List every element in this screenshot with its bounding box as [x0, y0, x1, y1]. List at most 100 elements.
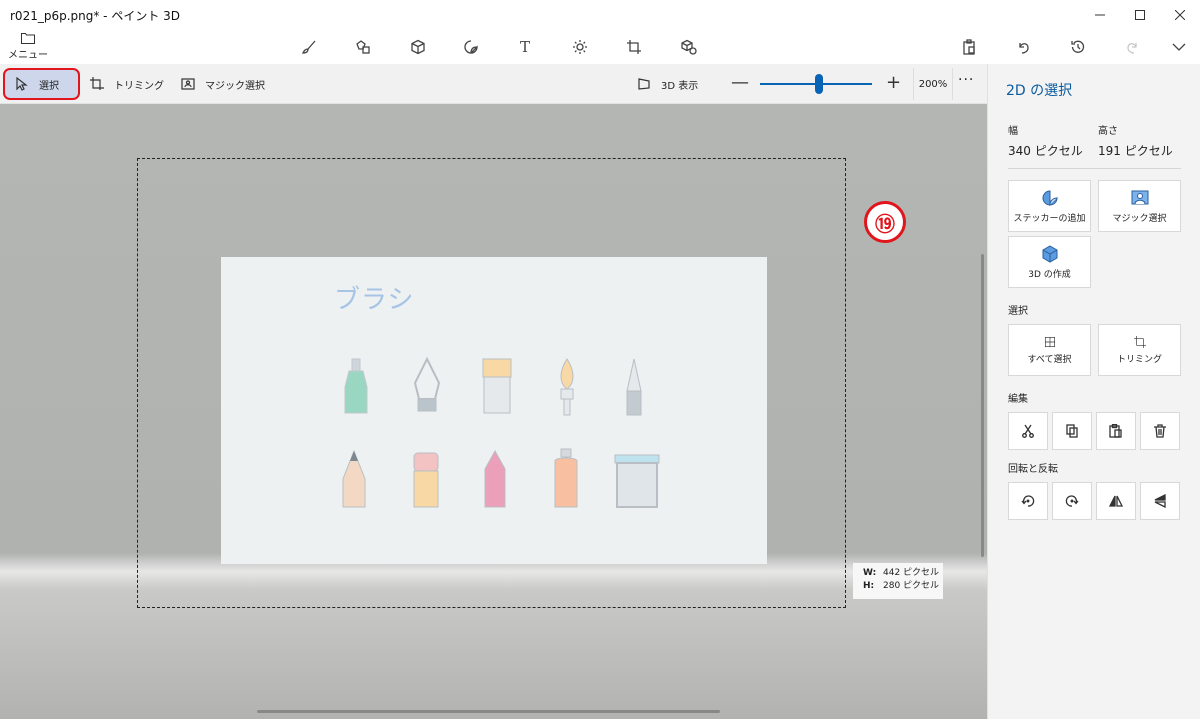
menu-button[interactable]: メニュー	[8, 30, 48, 64]
paste-panel-button[interactable]	[1096, 412, 1136, 450]
zoom-in-button[interactable]: +	[886, 72, 901, 93]
fill-bucket-icon	[614, 454, 660, 508]
select-section-label: 選択	[1008, 306, 1028, 317]
brushes-tool-button[interactable]	[298, 36, 320, 58]
panel-divider	[1008, 168, 1181, 169]
delete-button[interactable]	[1140, 412, 1180, 450]
3d-library-icon	[681, 39, 697, 55]
paste-button[interactable]	[958, 36, 980, 58]
select-all-label: すべて選択	[1027, 354, 1072, 365]
flip-horizontal-button[interactable]	[1096, 482, 1136, 520]
magic-select-panel-label: マジック選択	[1112, 213, 1167, 224]
flip-vertical-button[interactable]	[1140, 482, 1180, 520]
undo-icon	[1019, 43, 1029, 54]
select-label: 選択	[39, 80, 59, 92]
redo-icon	[1127, 43, 1137, 54]
add-sticker-button[interactable]: ステッカーの追加	[1008, 180, 1091, 232]
selection-panel: 2D の選択 幅 340 ピクセル 高さ 191 ピクセル ステッカーの追加 マ…	[987, 64, 1200, 719]
text-tool-button[interactable]: T	[514, 36, 536, 58]
add-sticker-label: ステッカーの追加	[1013, 213, 1086, 224]
window-title: r021_p6p.png* - ペイント 3D	[10, 8, 181, 23]
cut-button[interactable]	[1008, 412, 1048, 450]
vertical-scrollbar[interactable]	[981, 254, 984, 557]
fountain-pen-icon	[413, 357, 441, 412]
zoom-slider-thumb[interactable]	[815, 74, 823, 94]
copy-button[interactable]	[1052, 412, 1092, 450]
crop-icon	[1133, 335, 1146, 348]
width-label: 幅	[1008, 126, 1018, 137]
crop-button[interactable]: トリミング	[90, 68, 164, 100]
sticker-icon	[1042, 189, 1058, 206]
pencil-icon	[342, 449, 366, 508]
3d-shapes-tool-button[interactable]	[407, 36, 429, 58]
menu-label: メニュー	[8, 50, 48, 61]
stickers-tool-button[interactable]	[460, 36, 482, 58]
magic-select-icon	[1131, 190, 1148, 204]
flip-horizontal-icon	[1109, 495, 1123, 507]
round-brush-icon	[560, 358, 574, 416]
history-button[interactable]	[1067, 36, 1089, 58]
minimize-button[interactable]	[1080, 0, 1120, 30]
redo-button[interactable]	[1121, 36, 1143, 58]
trash-icon	[1154, 424, 1166, 438]
canvas-icon	[627, 40, 641, 54]
undo-button[interactable]	[1013, 36, 1035, 58]
rotate-left-icon	[1021, 495, 1035, 507]
step-badge: ⑲	[864, 201, 906, 243]
maximize-icon	[1135, 10, 1145, 20]
cube-icon	[411, 39, 425, 55]
view-3d-button[interactable]: 3D 表示	[637, 68, 698, 100]
dims-width-value: 442 ピクセル	[883, 568, 940, 578]
select-all-icon	[1044, 336, 1055, 347]
canvas-image[interactable]: ブラシ	[221, 257, 767, 564]
calligraphy-pen-icon	[626, 358, 642, 416]
expand-toolbar-button[interactable]	[1168, 36, 1190, 58]
magic-select-button[interactable]: マジック選択	[181, 68, 265, 100]
magic-select-label: マジック選択	[205, 80, 265, 92]
select-button[interactable]: 選択	[3, 68, 80, 100]
title-bar: r021_p6p.png* - ペイント 3D	[0, 0, 1200, 30]
make-3d-button[interactable]: 3D の作成	[1008, 236, 1091, 288]
crayon-icon	[413, 452, 439, 508]
canvas-area[interactable]: ブラシ ⑲ W: 442 ピクセル H: 280 ピクセル	[0, 104, 987, 719]
height-value: 191 ピクセル	[1098, 144, 1173, 158]
brush-icon	[301, 40, 316, 54]
zoom-out-button[interactable]: —	[731, 72, 749, 93]
close-icon	[1175, 10, 1185, 20]
maximize-button[interactable]	[1120, 0, 1160, 30]
effects-tool-button[interactable]	[569, 36, 591, 58]
folder-icon	[21, 33, 35, 44]
zoom-level[interactable]: 200%	[913, 68, 953, 100]
cube-icon	[1042, 244, 1057, 263]
magic-select-panel-button[interactable]: マジック選択	[1098, 180, 1181, 232]
select-all-button[interactable]: すべて選択	[1008, 324, 1091, 376]
crop-panel-button[interactable]: トリミング	[1098, 324, 1181, 376]
rotate-right-button[interactable]	[1052, 482, 1092, 520]
copy-icon	[1066, 424, 1078, 438]
2d-shapes-tool-button[interactable]	[352, 36, 374, 58]
height-label: 高さ	[1098, 126, 1118, 137]
window-controls	[1080, 0, 1200, 30]
rotate-left-button[interactable]	[1008, 482, 1048, 520]
canvas-tool-button[interactable]	[623, 36, 645, 58]
3d-library-tool-button[interactable]	[678, 36, 700, 58]
crop-icon	[90, 77, 104, 90]
scissors-icon	[1022, 424, 1034, 438]
flip-vertical-icon	[1154, 494, 1166, 508]
horizontal-scrollbar[interactable]	[257, 710, 720, 713]
sub-toolbar: 選択 トリミング マジック選択 3D 表示 — + 200% ···	[0, 64, 987, 104]
main-toolbar: メニュー T	[0, 30, 1200, 64]
close-button[interactable]	[1160, 0, 1200, 30]
cursor-icon	[16, 77, 28, 91]
crop-panel-label: トリミング	[1116, 354, 1162, 365]
panel-title: 2D の選択	[1006, 83, 1073, 99]
dims-height-row: H: 280 ピクセル	[863, 580, 943, 593]
minimize-icon	[1095, 14, 1105, 16]
paste-icon	[1109, 424, 1122, 438]
selection-dimensions: W: 442 ピクセル H: 280 ピクセル	[853, 563, 943, 599]
rotate-section-label: 回転と反転	[1008, 464, 1058, 475]
text-icon: T	[519, 38, 530, 56]
more-options-button[interactable]: ···	[958, 72, 974, 88]
width-value: 340 ピクセル	[1008, 144, 1083, 158]
sun-icon	[573, 40, 587, 54]
